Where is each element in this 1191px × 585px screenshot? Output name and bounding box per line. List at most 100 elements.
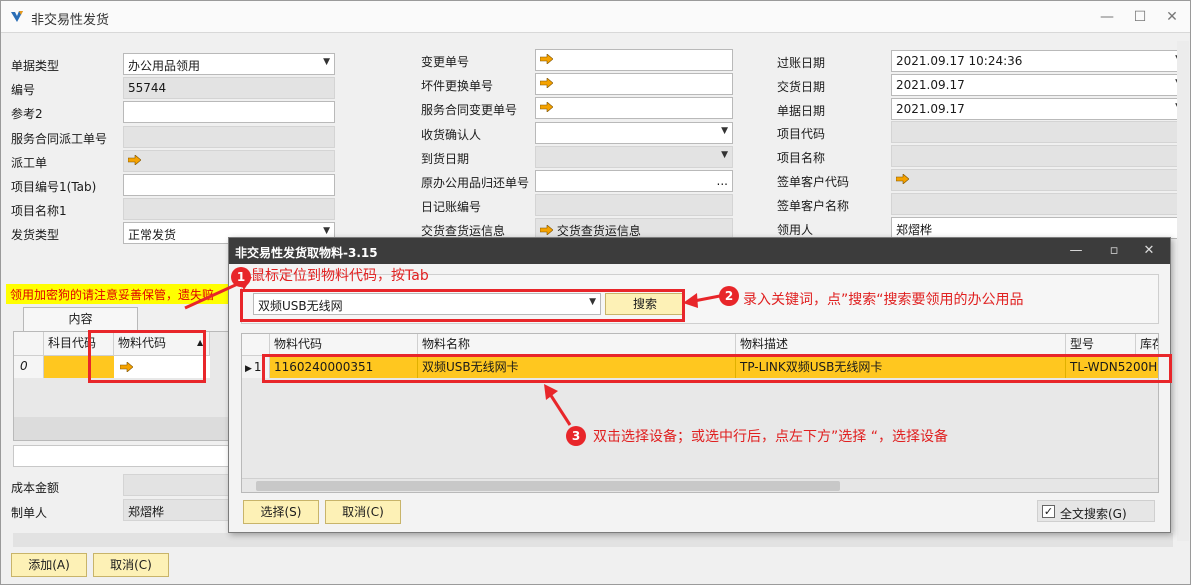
fulltext-label: 全文搜索(G) bbox=[1060, 507, 1127, 521]
minimize-icon[interactable]: — bbox=[1099, 9, 1115, 25]
midForm-field-2[interactable] bbox=[535, 97, 733, 120]
dialog-close-icon[interactable]: ✕ bbox=[1140, 242, 1158, 260]
annotation-text-3: 双击选择设备；或选中行后，点左下方”选择 “，选择设备 bbox=[593, 429, 948, 445]
field-value: 2021.09.17 bbox=[896, 77, 965, 92]
field-value: ... bbox=[716, 174, 728, 188]
field-value: 2021.09.17 10:24:36 bbox=[896, 54, 1023, 68]
dgrid-corner bbox=[242, 334, 270, 356]
dialog-minimize-icon[interactable]: — bbox=[1067, 242, 1085, 260]
row-edit-marker: 0 bbox=[14, 356, 44, 378]
rightForm-label-6: 签单客户名称 bbox=[777, 198, 850, 213]
midForm-label-1: 坏件更换单号 bbox=[421, 79, 494, 94]
add-button[interactable]: 添加(A) bbox=[11, 553, 87, 577]
fulltext-search-option[interactable]: ✓ 全文搜索(G) bbox=[1037, 500, 1155, 522]
cost-label: 成本金额 bbox=[11, 481, 60, 495]
chevron-down-icon[interactable]: ▼ bbox=[721, 126, 728, 136]
rightForm-label-3: 项目代码 bbox=[777, 127, 826, 142]
rightForm-field-5 bbox=[891, 169, 1187, 191]
dgrid-header-name[interactable]: 物料名称 bbox=[418, 334, 736, 356]
dgrid-header-model[interactable]: 型号 bbox=[1066, 334, 1136, 356]
midForm-label-5: 原办公用品归还单号 bbox=[421, 176, 530, 190]
cancel-button[interactable]: 取消(C) bbox=[93, 553, 169, 577]
app-logo-icon bbox=[11, 11, 23, 22]
leftForm-field-2[interactable] bbox=[123, 101, 335, 124]
chevron-down-icon[interactable]: ▼ bbox=[323, 57, 330, 67]
annotation-box-result-row bbox=[262, 354, 1172, 383]
dialog-cancel-button[interactable]: 取消(C) bbox=[325, 500, 401, 524]
field-value: 郑熠桦 bbox=[896, 222, 933, 237]
rightForm-label-1: 交货日期 bbox=[777, 79, 826, 94]
leftForm-label-4: 派工单 bbox=[11, 155, 48, 170]
leftForm-label-7: 发货类型 bbox=[11, 228, 60, 243]
leftForm-label-0: 单据类型 bbox=[11, 59, 60, 73]
rightForm-field-6 bbox=[891, 192, 1187, 215]
annotation-arrow-3 bbox=[544, 384, 572, 426]
leftForm-label-5: 项目编号1(Tab) bbox=[11, 180, 97, 194]
midForm-label-4: 到货日期 bbox=[421, 151, 470, 166]
rightForm-field-3 bbox=[891, 121, 1187, 144]
midForm-label-6: 日记账编号 bbox=[421, 200, 482, 215]
dgrid-header-stock[interactable]: 库存 bbox=[1136, 334, 1158, 356]
rightForm-label-5: 签单客户代码 bbox=[777, 175, 850, 189]
dgrid-header-code[interactable]: 物料代码 bbox=[270, 334, 418, 356]
select-button[interactable]: 选择(S) bbox=[243, 500, 319, 524]
midForm-label-3: 收货确认人 bbox=[421, 127, 482, 142]
checkbox-checked-icon[interactable]: ✓ bbox=[1042, 505, 1055, 518]
maker-field: 郑熠桦 bbox=[123, 499, 229, 521]
rightForm-field-1[interactable]: 2021.09.17▼ bbox=[891, 73, 1187, 96]
dialog-title: 非交易性发货取物料-3.15 bbox=[235, 246, 378, 260]
leftForm-field-5[interactable] bbox=[123, 174, 335, 196]
annotation-text-1: 鼠标定位到物料代码，按Tab bbox=[251, 268, 429, 284]
leftForm-label-1: 编号 bbox=[11, 83, 36, 98]
dialog-maximize-icon[interactable]: ▫ bbox=[1105, 242, 1123, 260]
tab-content[interactable]: 内容 bbox=[23, 307, 138, 331]
arrow-right-icon bbox=[539, 224, 554, 237]
midForm-field-6 bbox=[535, 194, 733, 217]
leftForm-field-6 bbox=[123, 198, 335, 221]
window-title: 非交易性发货 bbox=[31, 13, 110, 28]
rightForm-label-7: 领用人 bbox=[777, 222, 814, 237]
rightForm-label-2: 单据日期 bbox=[777, 103, 826, 118]
main-hscroll[interactable] bbox=[13, 533, 1173, 547]
title-bar: 非交易性发货 — ☐ ✕ bbox=[1, 1, 1190, 33]
annotation-box-search bbox=[240, 289, 685, 322]
midForm-field-4: ▼ bbox=[535, 145, 733, 168]
dialog-title-bar: 非交易性发货取物料-3.15 — ▫ ✕ bbox=[229, 238, 1170, 264]
cost-field bbox=[123, 474, 229, 496]
maker-label: 制单人 bbox=[11, 506, 48, 520]
grid-corner bbox=[14, 332, 44, 356]
annotation-number-1: 1 bbox=[231, 267, 251, 287]
annotation-text-2: 录入关键词，点”搜索“搜索要领用的办公用品 bbox=[743, 292, 1024, 308]
midForm-field-5[interactable]: ... bbox=[535, 170, 733, 192]
midForm-field-3[interactable]: ▼ bbox=[535, 121, 733, 144]
midForm-label-2: 服务合同变更单号 bbox=[421, 103, 518, 118]
leftForm-label-3: 服务合同派工单号 bbox=[11, 131, 108, 146]
rightForm-label-4: 项目名称 bbox=[777, 151, 826, 166]
leftForm-label-2: 参考2 bbox=[11, 107, 43, 122]
main-vscroll[interactable] bbox=[1177, 41, 1189, 541]
dialog-hscroll[interactable] bbox=[242, 478, 1158, 492]
dialog-hscroll-thumb[interactable] bbox=[256, 481, 840, 491]
leftForm-field-0[interactable]: 办公用品领用 ▼ bbox=[123, 53, 335, 75]
arrow-right-icon bbox=[539, 101, 554, 114]
chevron-down-icon[interactable]: ▼ bbox=[721, 150, 728, 160]
leftForm-field-4 bbox=[123, 149, 335, 172]
rightForm-field-0[interactable]: 2021.09.17 10:24:36▼ bbox=[891, 50, 1187, 72]
leftForm-field-1: 55744 bbox=[123, 77, 335, 100]
leftForm-field-3 bbox=[123, 125, 335, 148]
annotation-number-2: 2 bbox=[719, 286, 739, 306]
close-icon[interactable]: ✕ bbox=[1164, 9, 1180, 25]
annotation-box-material-code bbox=[88, 330, 206, 383]
arrow-right-icon bbox=[539, 77, 554, 89]
midForm-field-1[interactable] bbox=[535, 73, 733, 96]
midForm-field-0[interactable] bbox=[535, 49, 733, 71]
grid-summary-row bbox=[13, 445, 233, 467]
field-value: 2021.09.17 bbox=[896, 101, 965, 116]
rightForm-field-2[interactable]: 2021.09.17▼ bbox=[891, 97, 1187, 120]
field-value: 55744 bbox=[128, 81, 167, 96]
dgrid-header-desc[interactable]: 物料描述 bbox=[736, 334, 1066, 356]
maximize-icon[interactable]: ☐ bbox=[1132, 9, 1148, 25]
rightForm-field-7[interactable]: 郑熠桦 bbox=[891, 216, 1187, 239]
chevron-down-icon[interactable]: ▼ bbox=[323, 226, 330, 236]
annotation-number-3: 3 bbox=[566, 426, 586, 446]
